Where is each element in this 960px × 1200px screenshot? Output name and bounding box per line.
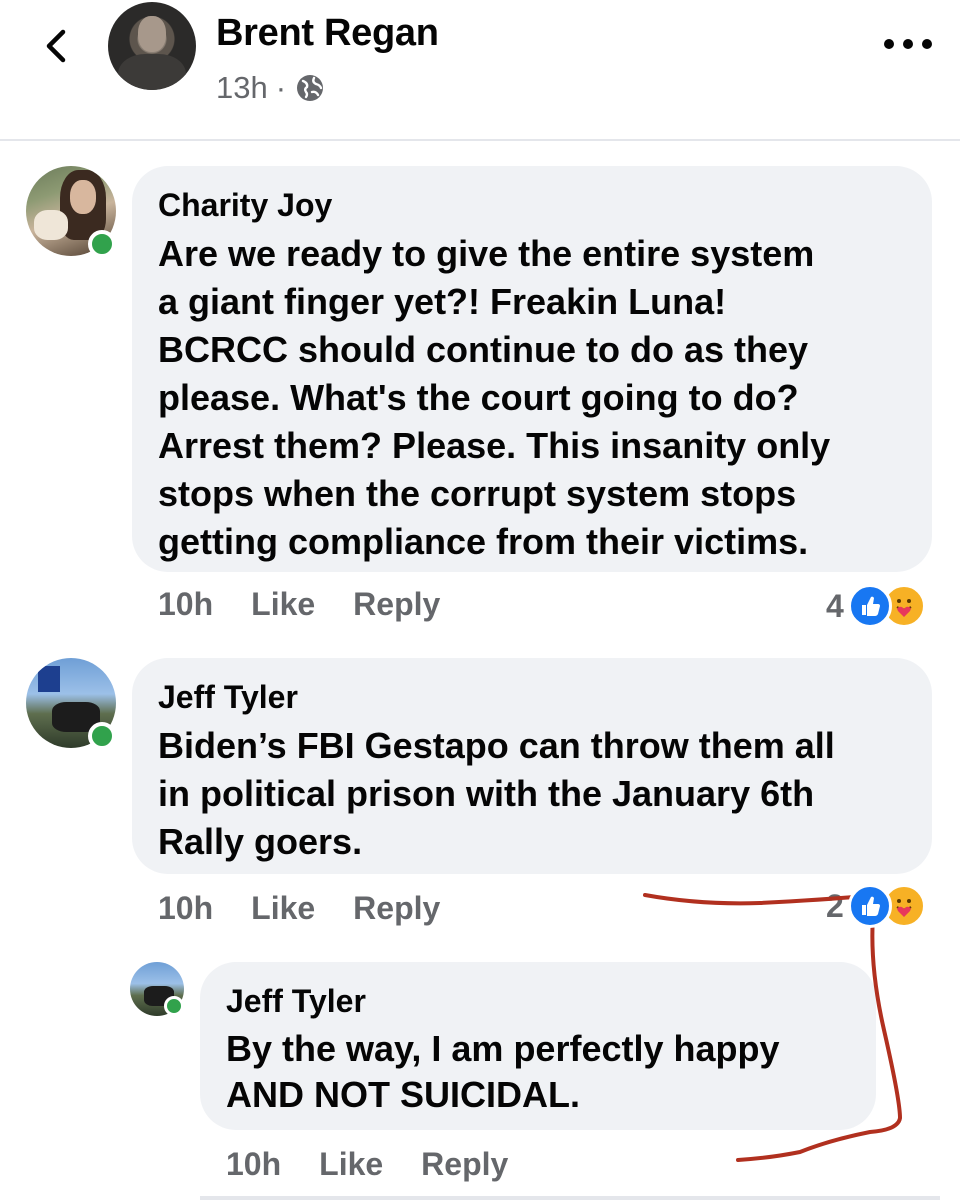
reaction-count: 4 — [826, 587, 844, 624]
like-reaction-icon — [847, 584, 892, 628]
author-avatar[interactable] — [108, 2, 196, 90]
like-button[interactable]: Like — [319, 1146, 383, 1183]
comment-time[interactable]: 10h — [226, 1146, 281, 1183]
comment-bubble: Charity Joy Are we ready to give the ent… — [132, 166, 932, 572]
reply-button[interactable]: Reply — [421, 1146, 508, 1183]
comment-time[interactable]: 10h — [158, 586, 213, 623]
reaction-summary[interactable]: 4 — [826, 584, 926, 628]
post-meta: 13h · — [216, 70, 326, 106]
header-divider — [0, 139, 960, 141]
more-dot — [922, 39, 932, 49]
author-name[interactable]: Brent Regan — [216, 12, 439, 55]
reaction-count: 2 — [826, 887, 844, 924]
commenter-name[interactable]: Charity Joy — [158, 186, 932, 224]
comment-actions: 10h Like Reply — [158, 586, 440, 623]
comment-text: Are we ready to give the entire system a… — [158, 233, 831, 562]
comment-bubble: Jeff Tyler Biden’s FBI Gestapo can throw… — [132, 658, 932, 874]
more-options-button[interactable] — [884, 32, 932, 56]
post-time[interactable]: 13h — [216, 70, 268, 106]
reply-bubble: Jeff Tyler By the way, I am perfectly ha… — [200, 962, 876, 1130]
comment-actions: 10h Like Reply — [226, 1146, 508, 1183]
comment-time[interactable]: 10h — [158, 890, 213, 927]
commenter-name[interactable]: Jeff Tyler — [226, 982, 876, 1020]
like-button[interactable]: Like — [251, 586, 315, 623]
like-button[interactable]: Like — [251, 890, 315, 927]
reaction-summary[interactable]: 2 — [826, 884, 926, 928]
globe-icon — [294, 72, 326, 104]
more-dot — [903, 39, 913, 49]
meta-separator: · — [275, 70, 287, 105]
reply-button[interactable]: Reply — [353, 890, 440, 927]
online-status-indicator — [164, 996, 184, 1016]
input-divider — [200, 1196, 940, 1200]
post-header: Brent Regan 13h · — [0, 0, 960, 140]
comment-text: By the way, I am perfectly happy AND NOT… — [226, 1028, 780, 1115]
back-button[interactable] — [36, 24, 80, 68]
like-reaction-icon — [847, 884, 892, 928]
comment-actions: 10h Like Reply — [158, 890, 440, 927]
comment-text: Biden’s FBI Gestapo can throw them all i… — [158, 725, 835, 862]
online-status-indicator — [88, 230, 116, 258]
commenter-name[interactable]: Jeff Tyler — [158, 678, 932, 716]
more-dot — [884, 39, 894, 49]
chevron-left-icon — [46, 29, 66, 63]
reply-button[interactable]: Reply — [353, 586, 440, 623]
online-status-indicator — [88, 722, 116, 750]
